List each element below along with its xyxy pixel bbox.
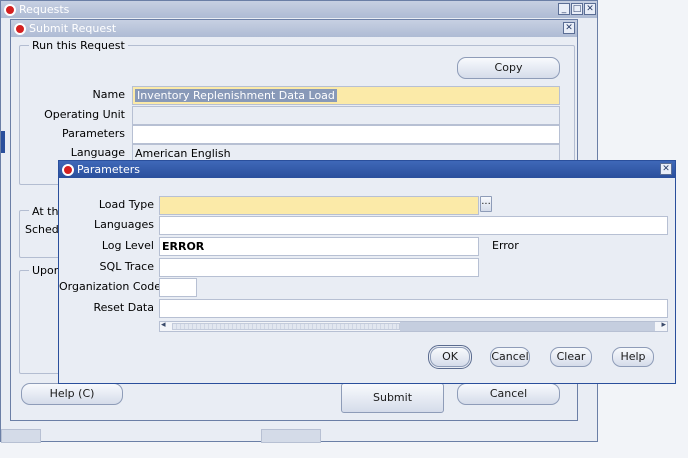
scroll-left-icon[interactable]: ◂ xyxy=(161,320,166,330)
minimize-icon[interactable]: _ xyxy=(558,3,570,15)
close-icon[interactable]: ✕ xyxy=(660,163,672,175)
organization-code-label: Organization Code xyxy=(59,280,161,293)
parameters-titlebar[interactable]: Parameters xyxy=(59,161,675,178)
scrollbar-track-filled xyxy=(400,322,655,331)
parameters-window: Parameters ✕ Load Type ... Languages Log… xyxy=(58,160,676,384)
oracle-icon xyxy=(4,3,16,16)
requests-bottom-field xyxy=(261,429,321,443)
parameters-label: Parameters xyxy=(62,127,125,140)
log-level-field[interactable]: ERROR xyxy=(159,237,479,256)
submit-button[interactable]: Submit xyxy=(341,383,444,413)
scrollbar-thumb[interactable] xyxy=(172,323,400,330)
log-level-label: Log Level xyxy=(101,239,154,252)
organization-code-field[interactable] xyxy=(159,278,197,297)
copy-button[interactable]: Copy xyxy=(457,57,560,79)
oracle-icon xyxy=(62,163,74,176)
name-field[interactable]: Inventory Replenishment Data Load xyxy=(132,86,560,105)
reset-data-label: Reset Data xyxy=(93,301,155,314)
help-button[interactable]: Help xyxy=(612,347,654,367)
maximize-icon[interactable]: □ xyxy=(571,3,583,15)
sql-trace-label: SQL Trace xyxy=(99,260,154,273)
sql-trace-field[interactable] xyxy=(159,258,479,277)
lov-button[interactable]: ... xyxy=(480,196,492,212)
cancel-button[interactable]: Cancel xyxy=(457,383,560,405)
close-icon[interactable]: ✕ xyxy=(563,22,575,34)
requests-titlebar[interactable]: Requests xyxy=(1,1,597,18)
requests-title: Requests xyxy=(19,3,70,16)
log-level-description: Error xyxy=(492,239,519,252)
horizontal-scrollbar[interactable]: ◂ ▸ xyxy=(159,320,668,332)
ok-button[interactable]: OK xyxy=(428,345,472,369)
parameters-title: Parameters xyxy=(77,163,140,176)
operating-unit-field[interactable] xyxy=(132,106,560,125)
clear-button[interactable]: Clear xyxy=(550,347,592,367)
languages-label: Languages xyxy=(93,218,154,231)
submit-request-titlebar[interactable]: Submit Request xyxy=(11,20,577,37)
parameters-field[interactable] xyxy=(132,125,560,144)
operating-unit-label: Operating Unit xyxy=(44,108,125,121)
reset-data-field[interactable] xyxy=(159,299,668,318)
requests-side-strip xyxy=(1,131,5,153)
requests-bottom-field xyxy=(1,429,41,443)
submit-request-title: Submit Request xyxy=(29,22,117,35)
cancel-button[interactable]: Cancel xyxy=(490,347,530,367)
name-value: Inventory Replenishment Data Load xyxy=(135,89,337,102)
languages-field[interactable] xyxy=(159,216,668,235)
oracle-icon xyxy=(14,22,26,35)
close-icon[interactable]: ✕ xyxy=(584,3,596,15)
help-button[interactable]: Help (C) xyxy=(21,383,123,405)
name-label: Name xyxy=(92,88,125,101)
scroll-right-icon[interactable]: ▸ xyxy=(661,320,666,330)
load-type-label: Load Type xyxy=(98,198,154,211)
load-type-field[interactable] xyxy=(159,196,479,215)
run-this-request-label: Run this Request xyxy=(29,39,128,52)
